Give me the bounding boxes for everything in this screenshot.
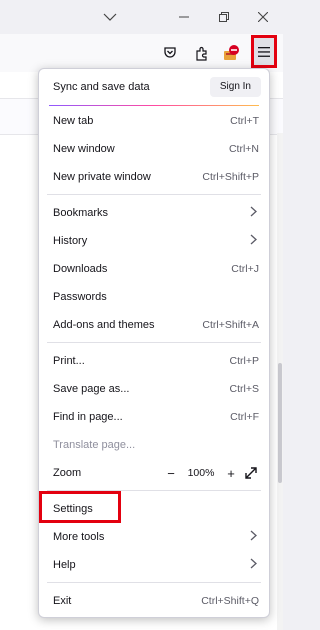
chevron-right-icon bbox=[250, 234, 257, 248]
menu-item-shortcut: Ctrl+F bbox=[230, 411, 259, 423]
zoom-in-button[interactable]: + bbox=[223, 465, 239, 481]
menu-item-new-private-window[interactable]: New private window Ctrl+Shift+P bbox=[43, 165, 265, 189]
sync-divider bbox=[49, 105, 259, 106]
minimize-icon[interactable] bbox=[164, 0, 204, 34]
chevron-right-icon bbox=[250, 530, 257, 544]
pocket-icon[interactable] bbox=[158, 41, 182, 65]
app-menu-panel: Sync and save data Sign In New tab Ctrl+… bbox=[38, 68, 270, 618]
zoom-reset-button[interactable]: 100% bbox=[183, 467, 219, 479]
menu-item-label: More tools bbox=[53, 531, 105, 543]
fullscreen-icon[interactable] bbox=[243, 465, 259, 481]
menu-item-label: Print... bbox=[53, 355, 85, 367]
menu-item-shortcut: Ctrl+Shift+Q bbox=[201, 595, 259, 607]
menu-item-print[interactable]: Print... Ctrl+P bbox=[43, 349, 265, 373]
menu-item-label: Translate page... bbox=[53, 439, 136, 451]
menu-item-exit[interactable]: Exit Ctrl+Shift+Q bbox=[43, 589, 265, 613]
menu-item-label: New window bbox=[53, 143, 115, 155]
menu-item-label: Downloads bbox=[53, 263, 108, 275]
hamburger-menu-icon[interactable] bbox=[251, 35, 277, 68]
chevron-right-icon bbox=[250, 206, 257, 220]
menu-separator bbox=[47, 582, 261, 583]
menu-item-find-in-page[interactable]: Find in page... Ctrl+F bbox=[43, 405, 265, 429]
scrollbar-thumb[interactable] bbox=[278, 363, 282, 483]
sync-header: Sync and save data Sign In bbox=[39, 69, 269, 103]
sign-in-button[interactable]: Sign In bbox=[209, 77, 261, 97]
menu-item-label: Find in page... bbox=[53, 411, 123, 423]
menu-item-label: Zoom bbox=[53, 467, 82, 479]
menu-item-passwords[interactable]: Passwords bbox=[43, 285, 265, 309]
menu-item-shortcut: Ctrl+J bbox=[231, 263, 259, 275]
settings-highlight-box bbox=[39, 491, 121, 523]
menu-item-shortcut: Ctrl+Shift+A bbox=[202, 319, 259, 331]
chevron-right-icon bbox=[250, 558, 257, 572]
menu-item-downloads[interactable]: Downloads Ctrl+J bbox=[43, 257, 265, 281]
menu-item-new-window[interactable]: New window Ctrl+N bbox=[43, 137, 265, 161]
menu-item-help[interactable]: Help bbox=[43, 553, 265, 577]
menu-item-shortcut: Ctrl+Shift+P bbox=[202, 171, 259, 183]
menu-item-shortcut: Ctrl+T bbox=[230, 115, 259, 127]
menu-item-shortcut: Ctrl+S bbox=[229, 383, 259, 395]
scrollbar[interactable] bbox=[277, 133, 283, 630]
menu-item-translate-page: Translate page... bbox=[43, 433, 265, 457]
menu-item-label: New tab bbox=[53, 115, 94, 127]
menu-item-zoom: Zoom − 100% + bbox=[43, 461, 265, 485]
menu-item-shortcut: Ctrl+P bbox=[229, 355, 259, 367]
zoom-out-button[interactable]: − bbox=[163, 465, 179, 481]
menu-item-label: Exit bbox=[53, 595, 72, 607]
menu-item-label: Help bbox=[53, 559, 76, 571]
sync-label: Sync and save data bbox=[53, 81, 150, 93]
menu-item-label: History bbox=[53, 235, 88, 247]
menu-item-save-page-as[interactable]: Save page as... Ctrl+S bbox=[43, 377, 265, 401]
menu-item-history[interactable]: History bbox=[43, 229, 265, 253]
menu-item-shortcut: Ctrl+N bbox=[228, 143, 259, 155]
menu-item-label: Bookmarks bbox=[53, 207, 109, 219]
menu-item-label: Passwords bbox=[53, 291, 107, 303]
menu-separator bbox=[47, 194, 261, 195]
restore-icon[interactable] bbox=[204, 0, 244, 34]
menu-item-bookmarks[interactable]: Bookmarks bbox=[43, 201, 265, 225]
extension-badge-icon[interactable] bbox=[219, 41, 243, 65]
title-bar bbox=[0, 0, 283, 34]
menu-item-new-tab[interactable]: New tab Ctrl+T bbox=[43, 109, 265, 133]
menu-item-addons-and-themes[interactable]: Add-ons and themes Ctrl+Shift+A bbox=[43, 313, 265, 337]
menu-item-label: Add-ons and themes bbox=[53, 319, 155, 331]
zoom-controls: − 100% + bbox=[163, 464, 259, 482]
menu-separator bbox=[47, 342, 261, 343]
menu-item-label: Save page as... bbox=[53, 383, 130, 395]
menu-item-more-tools[interactable]: More tools bbox=[43, 525, 265, 549]
close-icon[interactable] bbox=[243, 0, 283, 34]
menu-item-label: New private window bbox=[53, 171, 151, 183]
chevron-down-icon[interactable] bbox=[90, 0, 130, 34]
extensions-icon[interactable] bbox=[189, 41, 213, 65]
